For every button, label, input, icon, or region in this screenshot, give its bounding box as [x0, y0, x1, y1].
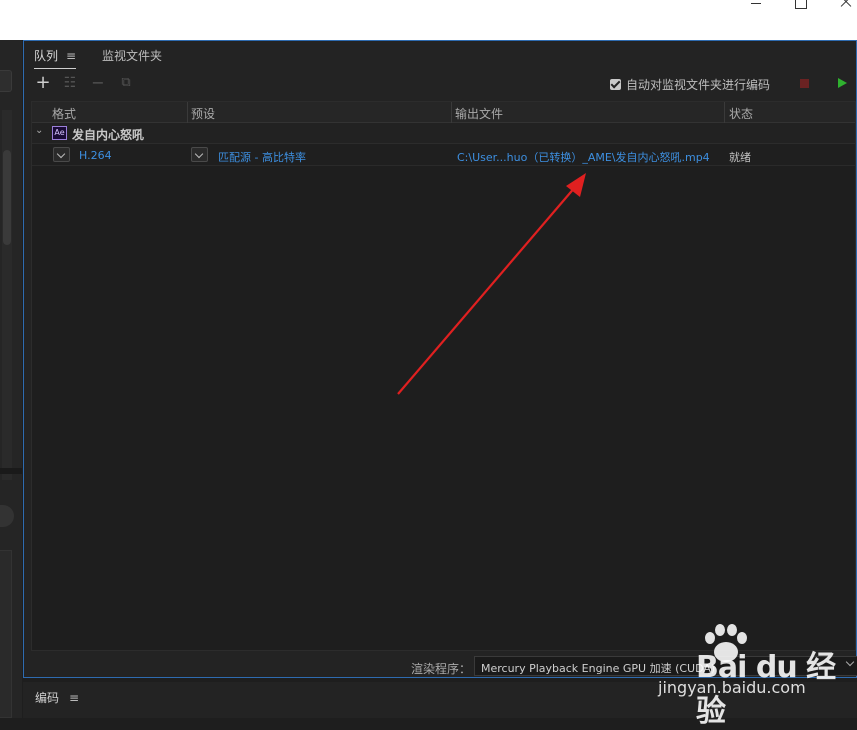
queue-group-row[interactable]: ⌄ Ae 发自内心怒吼: [32, 123, 855, 144]
panel-menu-icon[interactable]: ≡: [69, 691, 79, 705]
queue-panel: 队列 ≡ 监视文件夹 + ☷ − ⧉ 自动对监视文件夹进行编码 格式 预设 输出文…: [23, 40, 857, 678]
duplicate-icon[interactable]: ⧉: [118, 75, 134, 91]
group-title: 发自内心怒吼: [72, 128, 145, 142]
minus-icon[interactable]: −: [90, 75, 106, 91]
format-dropdown[interactable]: [53, 147, 70, 162]
auto-encode-checkbox[interactable]: [610, 79, 621, 90]
play-icon[interactable]: [838, 78, 847, 88]
baidu-watermark: Bai du 经验 jingyan.baidu.com: [640, 622, 840, 729]
preset-link[interactable]: 匹配源 - 高比特率: [218, 149, 306, 165]
column-status[interactable]: 状态: [729, 105, 753, 122]
tab-encode-label: 编码: [35, 691, 60, 705]
tab-queue-label: 队列: [34, 49, 59, 63]
chevron-down-icon: [845, 657, 855, 667]
auto-encode-label: 自动对监视文件夹进行编码: [626, 78, 771, 92]
plus-icon[interactable]: +: [35, 74, 51, 92]
chevron-down-icon[interactable]: ⌄: [35, 125, 43, 136]
column-divider[interactable]: [724, 102, 725, 123]
column-divider[interactable]: [451, 102, 452, 123]
stop-icon[interactable]: [800, 79, 809, 88]
queue-list: 格式 预设 输出文件 状态 ⌄ Ae 发自内心怒吼 H.264 匹配源 - 高比…: [31, 101, 856, 651]
preset-dropdown[interactable]: [191, 147, 208, 162]
queue-toolbar: + ☷ − ⧉ 自动对监视文件夹进行编码: [24, 71, 856, 97]
column-format[interactable]: 格式: [52, 105, 76, 122]
window-titlebar: [0, 0, 857, 40]
watermark-url: jingyan.baidu.com: [658, 678, 806, 697]
queue-tabs: 队列 ≡ 监视文件夹: [24, 41, 856, 69]
left-panel-field[interactable]: [0, 70, 12, 92]
format-link[interactable]: H.264: [79, 149, 112, 162]
tab-encode[interactable]: 编码 ≡: [35, 689, 79, 706]
settings-icon[interactable]: ☷: [62, 75, 78, 91]
tab-watch-folders[interactable]: 监视文件夹: [102, 47, 162, 64]
minimize-icon[interactable]: [746, 0, 766, 14]
maximize-icon[interactable]: [790, 0, 810, 14]
left-lower-panel: [0, 550, 12, 718]
auto-encode-option[interactable]: 自动对监视文件夹进行编码: [610, 76, 770, 93]
column-preset[interactable]: 预设: [191, 105, 215, 122]
table-row[interactable]: H.264 匹配源 - 高比特率 C:\User...huo（已转换）_AME\…: [32, 144, 855, 166]
after-effects-icon: Ae: [52, 126, 67, 140]
status-text: 就绪: [729, 151, 751, 164]
close-icon[interactable]: [836, 0, 856, 14]
left-scrollbar[interactable]: [3, 150, 11, 245]
panel-menu-icon[interactable]: ≡: [66, 49, 76, 63]
renderer-label: 渲染程序：: [411, 662, 472, 676]
column-header-row: 格式 预设 输出文件 状态: [32, 102, 855, 123]
left-panel-strip: [0, 40, 22, 718]
panel-divider[interactable]: [0, 468, 22, 474]
left-panel-knob[interactable]: [0, 505, 14, 527]
column-output[interactable]: 输出文件: [455, 105, 503, 122]
column-divider[interactable]: [187, 102, 188, 123]
tab-queue[interactable]: 队列 ≡: [34, 47, 77, 69]
output-file-link[interactable]: C:\User...huo（已转换）_AME\发自内心怒吼.mp4: [457, 149, 710, 165]
